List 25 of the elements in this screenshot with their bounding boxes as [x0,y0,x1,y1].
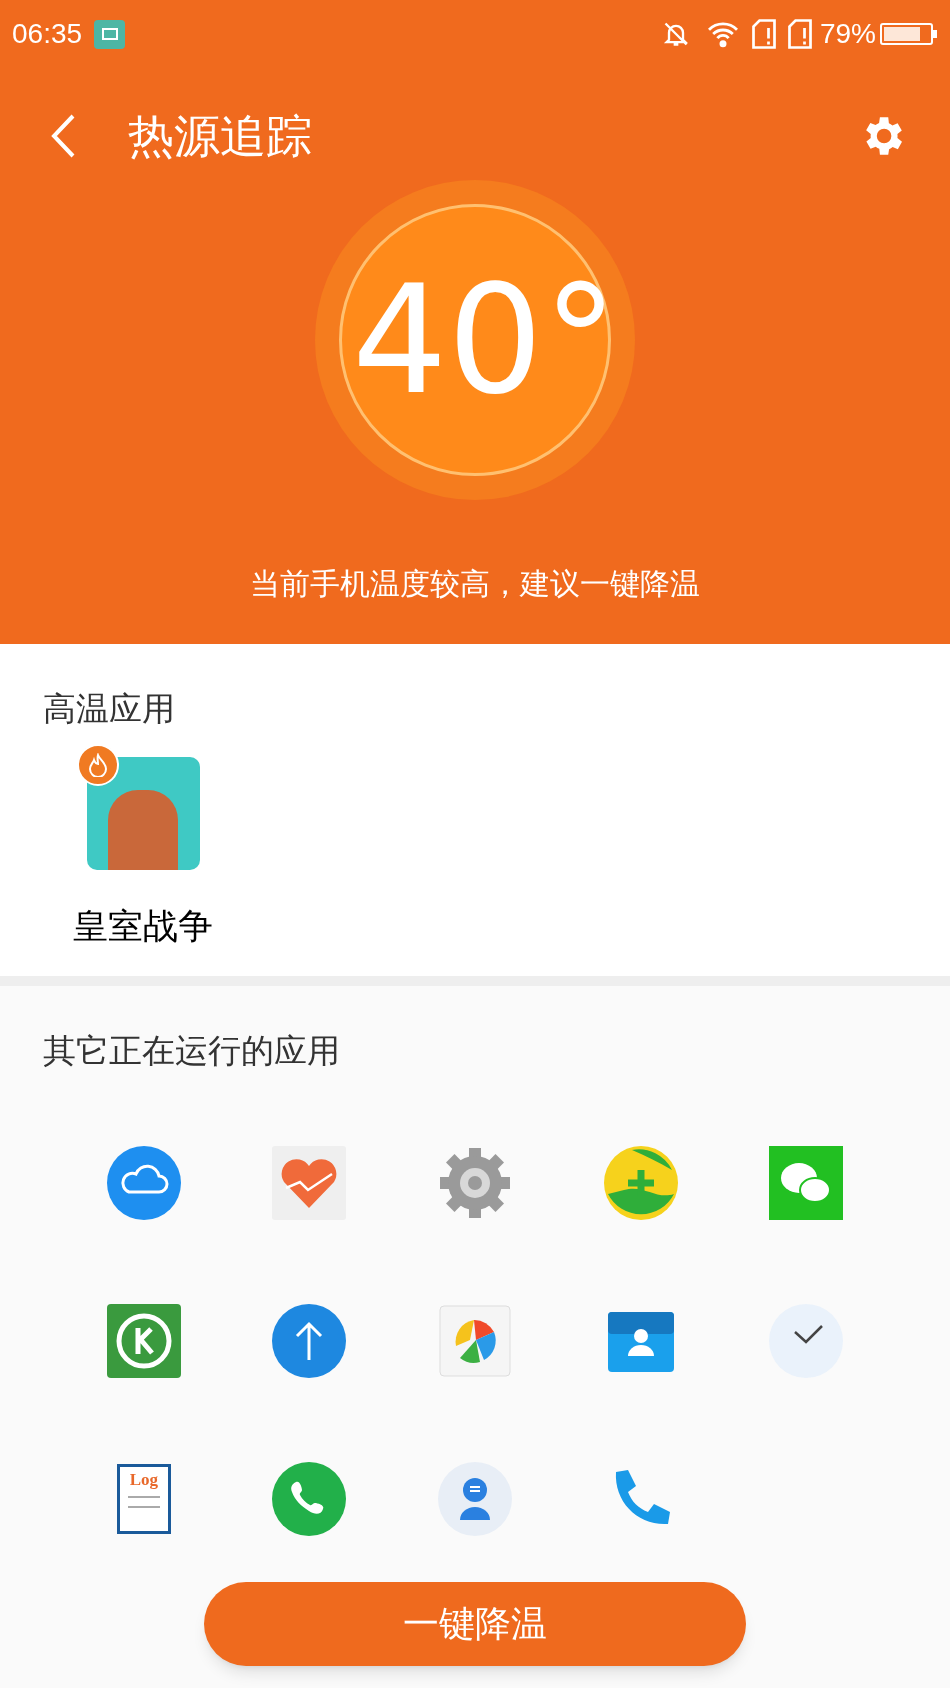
advice-text: 当前手机温度较高，建议一键降温 [250,566,700,602]
cloud-app-icon[interactable] [104,1143,183,1222]
app-icon[interactable] [86,756,200,870]
section-title: 其它正在运行的应用 [43,1032,340,1069]
arrow-up-app-icon[interactable] [270,1301,349,1380]
phone-app-icon[interactable] [270,1459,349,1538]
wifi-icon [705,20,740,48]
battery-icon [880,22,938,46]
sim-card-icon [751,19,776,49]
cool-down-button[interactable]: 一键降温 [204,1582,746,1666]
k-app-icon[interactable] [104,1301,183,1380]
chat-app-icon[interactable] [767,1143,846,1222]
section-title: 高温应用 [43,689,176,729]
log-label: Log [129,1470,158,1488]
status-time: 06:35 [12,17,83,51]
temperature-reading: 40° [352,265,618,415]
flame-icon [88,752,108,777]
person-message-app-icon[interactable] [436,1459,514,1538]
heart-app-icon[interactable] [270,1143,349,1222]
plus-app-icon[interactable] [601,1143,680,1222]
battery-percent: 79% [819,17,876,51]
app-name: 皇室战争 [73,904,213,947]
screenshot-icon [94,19,126,49]
sim-card-icon [787,19,812,49]
page-title: 热源追踪 [128,108,312,164]
